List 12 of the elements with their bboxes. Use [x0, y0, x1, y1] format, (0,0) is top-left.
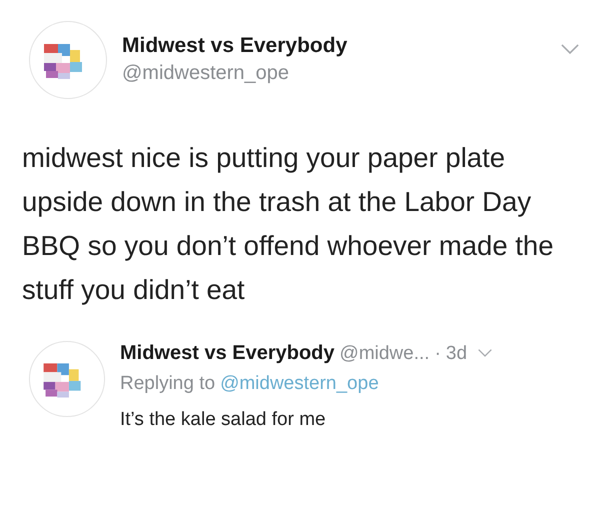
author-handle: @midwestern_ope [122, 62, 290, 85]
author-handle: @midwe... [340, 342, 430, 364]
chevron-down-icon[interactable] [561, 44, 579, 55]
mention-link[interactable]: @midwestern_ope [220, 373, 379, 395]
author-name: Midwest vs Everybody [122, 34, 348, 58]
reply-text: It’s the kale salad for me [120, 409, 327, 431]
tweet-text: midwest nice is putting your paper plate upside down in the trash at the Labor Day BBQ so you don’t offend whoever made the stuff you didn’t eat [22, 141, 554, 307]
replying-label: Replying to [120, 373, 216, 395]
chevron-down-icon[interactable] [478, 349, 492, 358]
timestamp: 3d [446, 342, 468, 364]
separator: · [434, 342, 441, 364]
author-name: Midwest vs Everybody [120, 342, 335, 365]
